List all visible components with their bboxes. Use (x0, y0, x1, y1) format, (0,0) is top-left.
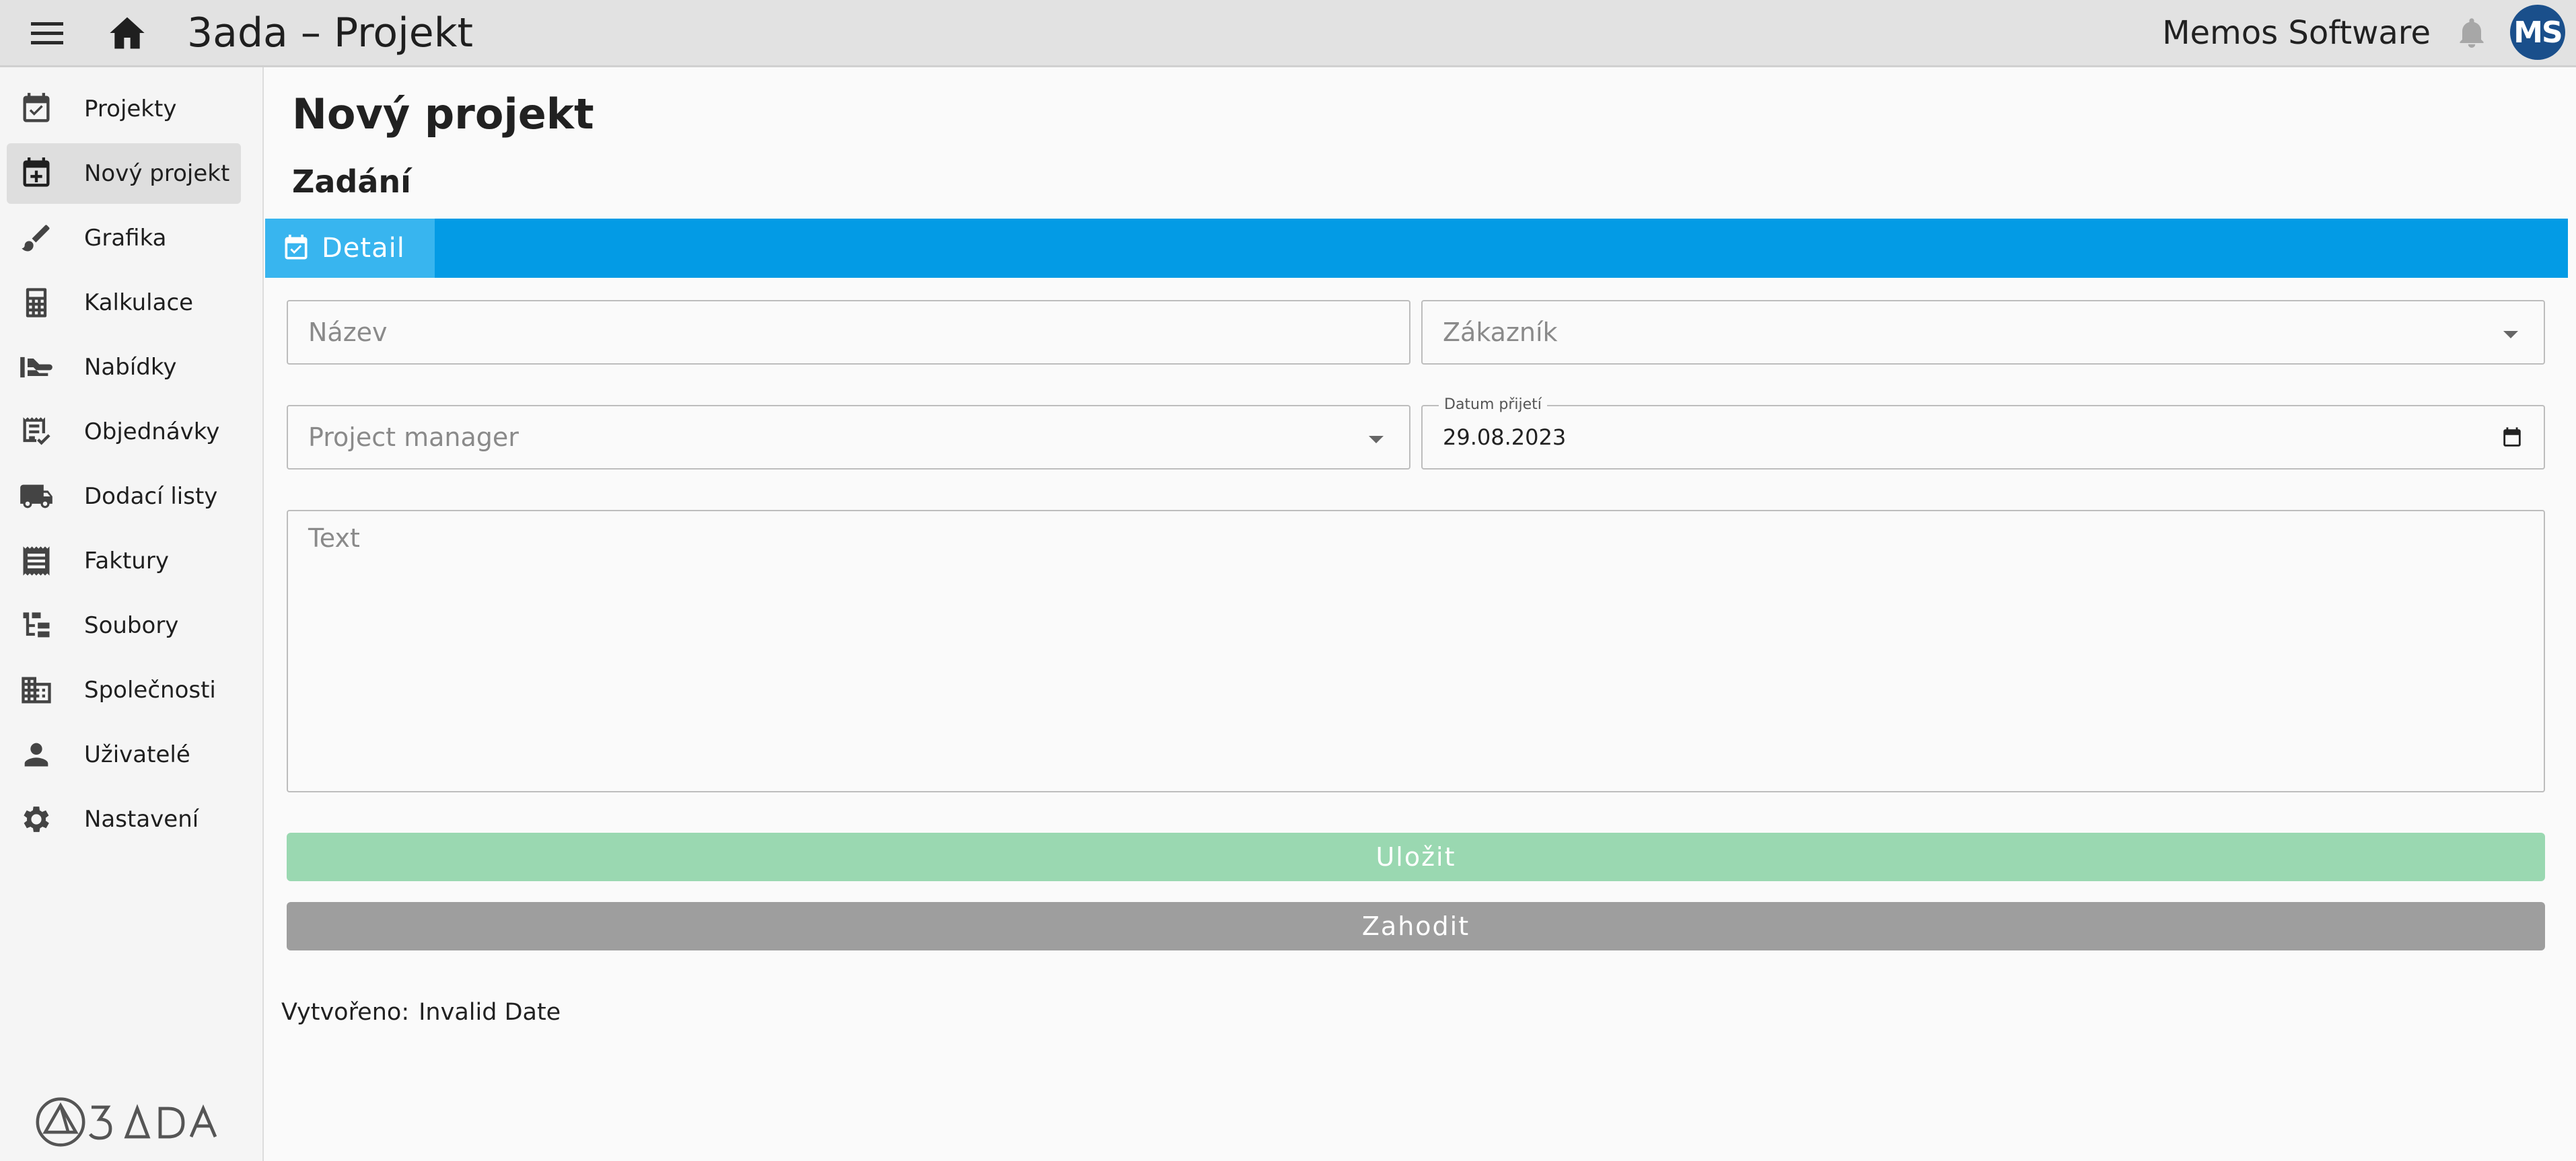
customer-field (1421, 300, 2545, 365)
sidebar-item-label: Grafika (84, 225, 167, 252)
gear-icon (24, 807, 49, 832)
date-received-field[interactable]: Datum přijetí 29.08.2023 (1421, 396, 2545, 470)
sidebar-item-projekty[interactable]: Projekty (7, 79, 241, 139)
home-icon (110, 17, 145, 49)
sidebar-item-objednavky[interactable]: Objednávky (7, 402, 241, 462)
calendar-plus-icon (23, 157, 50, 187)
order-list-icon (23, 417, 50, 445)
sidebar-item-soubory[interactable]: Soubory (7, 595, 241, 656)
created-info: Vytvořeno: Invalid Date (281, 996, 570, 1029)
created-value: Invalid Date (419, 999, 561, 1026)
dropdown-caret-icon[interactable] (2503, 331, 2518, 338)
discard-button[interactable]: Zahodit (287, 902, 2545, 950)
app-bar: 3ada – Projekt Memos Software MS (0, 0, 2576, 67)
date-received-value[interactable]: 29.08.2023 (1443, 406, 1566, 468)
sidebar-item-label: Kalkulace (84, 289, 194, 316)
main-content: Nový projekt Zadání Detail Datum přijetí… (264, 67, 2576, 1161)
calendar-check-icon (285, 234, 308, 260)
project-manager-select[interactable] (288, 406, 1409, 468)
hand-offer-icon (20, 357, 52, 378)
calendar-icon[interactable] (2501, 426, 2524, 449)
sidebar-item-label: Nabídky (84, 354, 177, 381)
sidebar-item-label: Nový projekt (84, 160, 230, 187)
sidebar-item-label: Faktury (84, 548, 169, 574)
logo-mark-icon (36, 1097, 85, 1147)
sidebar-item-grafika[interactable]: Grafika (7, 208, 241, 268)
project-manager-field (287, 405, 1410, 470)
sidebar-item-dodaci-listy[interactable]: Dodací listy (7, 466, 241, 527)
organization-name: Memos Software (2162, 14, 2431, 52)
sidebar-item-nabidky[interactable]: Nabídky (7, 337, 241, 398)
name-field (287, 300, 1410, 365)
sidebar-item-label: Nastavení (84, 806, 199, 833)
save-button[interactable]: Uložit (287, 833, 2545, 881)
app-title: 3ada – Projekt (187, 9, 473, 57)
sidebar-item-label: Objednávky (84, 418, 220, 445)
building-icon (22, 677, 51, 704)
sidebar-item-label: Společnosti (84, 677, 216, 704)
menu-icon (31, 22, 63, 44)
sidebar-item-faktury[interactable]: Faktury (7, 531, 241, 591)
home-button[interactable] (106, 13, 148, 52)
calculator-icon (26, 288, 47, 317)
notifications-button[interactable] (2455, 16, 2489, 51)
file-tree-icon (23, 612, 50, 638)
bell-icon (2460, 18, 2484, 48)
name-input[interactable] (288, 301, 1409, 363)
sidebar-item-label: Projekty (84, 96, 177, 122)
sidebar-item-uzivatele[interactable]: Uživatelé (7, 724, 241, 785)
sidebar-item-label: Dodací listy (84, 483, 218, 510)
dropdown-caret-icon[interactable] (1369, 436, 1384, 443)
person-icon (24, 743, 48, 767)
sidebar: Projekty Nový projekt Grafika Kalkulace … (0, 67, 264, 1161)
sidebar-item-kalkulace[interactable]: Kalkulace (7, 272, 241, 333)
avatar[interactable]: MS (2510, 5, 2565, 60)
section-title: Zadání (292, 163, 411, 200)
brush-icon (22, 225, 50, 252)
calendar-check-icon (23, 93, 50, 122)
logo-wordmark (89, 1104, 217, 1140)
text-area[interactable] (288, 511, 2544, 791)
page-title: Nový projekt (292, 89, 594, 139)
sidebar-item-nastaveni[interactable]: Nastavení (7, 789, 241, 850)
menu-button[interactable] (27, 15, 67, 52)
text-field (287, 510, 2545, 792)
sidebar-item-spolecnosti[interactable]: Společnosti (7, 660, 241, 720)
app-logo (35, 1096, 221, 1148)
receipt-icon (23, 546, 50, 576)
tab-detail[interactable]: Detail (265, 219, 435, 278)
customer-select[interactable] (1423, 301, 2544, 363)
truck-icon (20, 484, 52, 509)
tab-label: Detail (322, 233, 405, 264)
tab-bar: Detail (265, 219, 2568, 278)
sidebar-item-label: Soubory (84, 612, 179, 639)
created-label: Vytvořeno: (281, 999, 410, 1026)
sidebar-item-novy-projekt[interactable]: Nový projekt (7, 143, 241, 204)
sidebar-item-label: Uživatelé (84, 741, 190, 768)
